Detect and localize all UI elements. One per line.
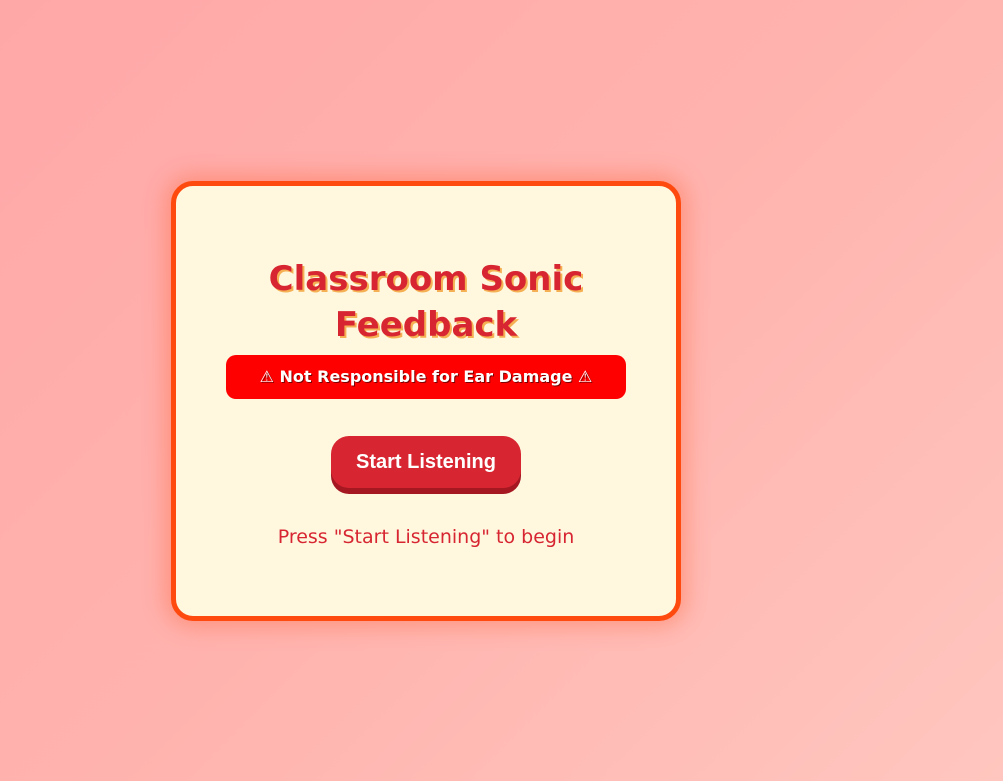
warning-triangle-icon: ⚠ — [259, 367, 274, 386]
title-line-2: Feedback — [334, 305, 518, 345]
start-listening-button[interactable]: Start Listening — [331, 436, 521, 488]
page-title: Classroom Sonic Feedback — [176, 256, 676, 348]
app-card: Classroom Sonic Feedback ⚠ Not Responsib… — [171, 181, 681, 621]
status-message: Press "Start Listening" to begin — [277, 526, 575, 548]
warning-triangle-icon: ⚠ — [578, 367, 593, 386]
ear-damage-warning-banner: ⚠ Not Responsible for Ear Damage ⚠ — [226, 355, 626, 399]
title-line-1: Classroom Sonic — [268, 259, 584, 299]
warning-text: Not Responsible for Ear Damage — [279, 367, 573, 386]
